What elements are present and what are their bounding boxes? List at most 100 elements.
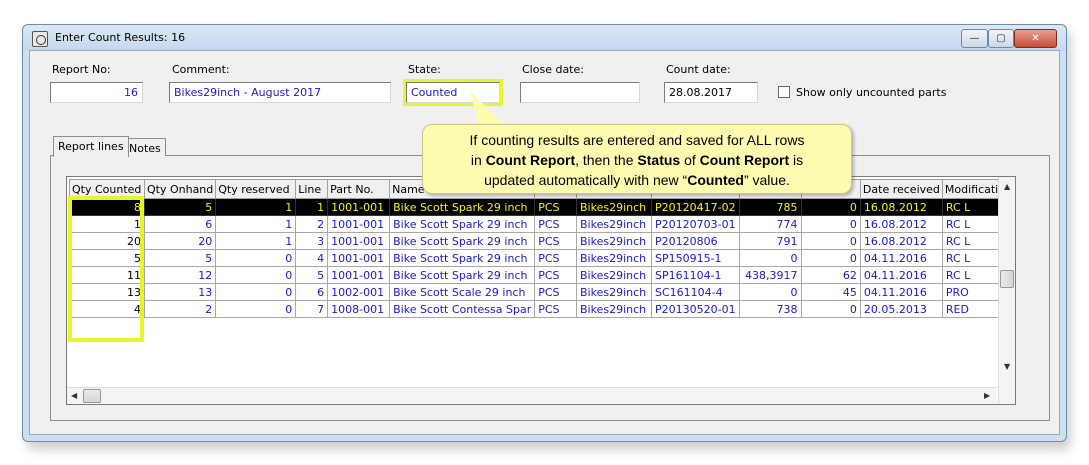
table-cell[interactable]: 1001-001 <box>327 215 391 233</box>
table-row[interactable]: 11 12 0 5 1001-001 Bike Scott Spark 29 inch PC… <box>69 266 1015 284</box>
table-cell[interactable]: 791 <box>738 232 802 250</box>
table-cell[interactable]: 0 <box>215 266 297 284</box>
table-row[interactable]: 4 2 0 7 1008-001 Bike Scott Contessa Spar PCS B… <box>69 300 1015 318</box>
column-header[interactable]: Date received <box>859 179 943 199</box>
table-cell[interactable]: Bikes29inch <box>576 300 652 318</box>
table-cell[interactable]: Bike Scott Spark 29 inch <box>389 198 536 216</box>
table-cell[interactable]: Bikes29inch <box>576 215 652 233</box>
table-cell[interactable]: Bikes29inch <box>576 249 652 267</box>
table-cell[interactable]: 6 <box>143 215 217 233</box>
table-cell[interactable]: 0 <box>800 198 861 216</box>
table-cell[interactable]: PCS <box>534 198 578 216</box>
table-cell[interactable]: P20120703-01 <box>650 215 740 233</box>
table-cell[interactable]: 45 <box>800 283 861 301</box>
table-cell[interactable]: 1001-001 <box>327 266 391 284</box>
table-cell[interactable]: 6 <box>295 283 329 301</box>
table-cell[interactable]: 1001-001 <box>327 198 391 216</box>
scroll-up-icon[interactable]: ▲ <box>1004 182 1010 191</box>
table-row[interactable]: 20 20 1 3 1001-001 Bike Scott Spark 29 inch PC… <box>69 232 1015 250</box>
table-cell[interactable]: 0 <box>800 215 861 233</box>
table-cell[interactable]: PCS <box>534 232 578 250</box>
table-cell[interactable]: Bike Scott Spark 29 inch <box>389 266 536 284</box>
table-cell[interactable]: 16.08.2012 <box>859 232 943 250</box>
table-row[interactable]: 5 5 0 4 1001-001 Bike Scott Spark 29 inch PCS B… <box>69 249 1015 267</box>
table-cell[interactable]: 1008-001 <box>327 300 391 318</box>
comment-field[interactable]: Bikes29inch - August 2017 <box>169 82 391 103</box>
maximize-button[interactable]: ▢ <box>988 29 1014 48</box>
table-cell[interactable]: P20120417-02 <box>650 198 740 216</box>
vertical-scroll-thumb[interactable] <box>1000 270 1014 288</box>
column-header[interactable]: Line <box>295 179 329 199</box>
vertical-scrollbar[interactable]: ▲ ▼ <box>998 177 1015 404</box>
table-cell[interactable]: 1002-001 <box>327 283 391 301</box>
table-cell[interactable]: Bike Scott Spark 29 inch <box>389 232 536 250</box>
table-cell[interactable]: 785 <box>738 198 802 216</box>
horizontal-scroll-thumb[interactable] <box>83 389 101 403</box>
table-cell[interactable]: 774 <box>738 215 802 233</box>
table-cell[interactable]: 738 <box>738 300 802 318</box>
table-cell[interactable]: 2 <box>143 300 217 318</box>
table-row[interactable]: 8 5 1 1 1001-001 Bike Scott Spark 29 inch PCS B… <box>69 198 1015 216</box>
table-cell[interactable]: 1001-001 <box>327 249 391 267</box>
table-cell[interactable]: 3 <box>295 232 329 250</box>
table-cell[interactable]: 5 <box>143 198 217 216</box>
table-cell[interactable]: 13 <box>143 283 217 301</box>
show-uncounted-checkbox[interactable] <box>778 86 790 98</box>
table-cell[interactable]: Bikes29inch <box>576 283 652 301</box>
scroll-left-icon[interactable]: ◀ <box>71 391 77 400</box>
table-cell[interactable]: 16.08.2012 <box>859 198 943 216</box>
table-cell[interactable]: 0 <box>800 249 861 267</box>
table-cell[interactable]: 12 <box>143 266 217 284</box>
scroll-down-icon[interactable]: ▼ <box>1004 362 1010 371</box>
table-cell[interactable]: 0 <box>738 249 802 267</box>
table-cell[interactable]: 1 <box>215 232 297 250</box>
table-cell[interactable]: 0 <box>800 232 861 250</box>
table-cell[interactable]: PCS <box>534 266 578 284</box>
table-cell[interactable]: Bikes29inch <box>576 266 652 284</box>
table-cell[interactable]: 04.11.2016 <box>859 249 943 267</box>
table-cell[interactable]: P20130520-01 <box>650 300 740 318</box>
table-cell[interactable]: 0 <box>215 300 297 318</box>
close-date-field[interactable] <box>520 82 640 103</box>
table-cell[interactable]: 1 <box>215 198 297 216</box>
table-cell[interactable]: Bike Scott Scale 29 inch <box>389 283 536 301</box>
table-cell[interactable]: 2 <box>295 215 329 233</box>
table-cell[interactable]: Bikes29inch <box>576 198 652 216</box>
column-header[interactable]: Qty reserved <box>215 179 297 199</box>
table-cell[interactable]: PCS <box>534 249 578 267</box>
table-cell[interactable]: 5 <box>143 249 217 267</box>
table-cell[interactable]: 62 <box>800 266 861 284</box>
scroll-right-icon[interactable]: ▶ <box>984 391 990 400</box>
table-cell[interactable]: 0 <box>738 283 802 301</box>
table-cell[interactable]: 0 <box>215 249 297 267</box>
table-cell[interactable]: 20 <box>143 232 217 250</box>
table-cell[interactable]: 0 <box>800 300 861 318</box>
table-cell[interactable]: SP161104-1 <box>650 266 740 284</box>
table-cell[interactable]: 04.11.2016 <box>859 283 943 301</box>
table-cell[interactable]: 438,3917 <box>738 266 802 284</box>
table-cell[interactable]: 4 <box>295 249 329 267</box>
table-cell[interactable]: 5 <box>295 266 329 284</box>
close-button[interactable]: ✕ <box>1014 29 1057 48</box>
table-cell[interactable]: Bikes29inch <box>576 232 652 250</box>
table-cell[interactable]: PCS <box>534 300 578 318</box>
table-cell[interactable]: 16.08.2012 <box>859 215 943 233</box>
count-date-field[interactable]: 28.08.2017 <box>664 82 758 103</box>
table-cell[interactable]: 7 <box>295 300 329 318</box>
table-cell[interactable]: Bike Scott Spark 29 inch <box>389 215 536 233</box>
table-cell[interactable]: 1 <box>215 215 297 233</box>
table-cell[interactable]: 1001-001 <box>327 232 391 250</box>
column-header[interactable]: Qty Onhand <box>143 179 217 199</box>
table-cell[interactable]: PCS <box>534 215 578 233</box>
table-cell[interactable]: 20.05.2013 <box>859 300 943 318</box>
table-cell[interactable]: SP150915-1 <box>650 249 740 267</box>
table-cell[interactable]: P20120806 <box>650 232 740 250</box>
table-cell[interactable]: 1 <box>295 198 329 216</box>
report-no-field[interactable]: 16 <box>50 82 143 103</box>
table-cell[interactable]: PCS <box>534 283 578 301</box>
tab-report-lines[interactable]: Report lines <box>53 136 129 157</box>
table-cell[interactable]: 04.11.2016 <box>859 266 943 284</box>
minimize-button[interactable]: — <box>961 29 988 48</box>
tab-notes[interactable]: Notes <box>124 138 166 156</box>
table-row[interactable]: 1 6 1 2 1001-001 Bike Scott Spark 29 inch PCS B… <box>69 215 1015 233</box>
